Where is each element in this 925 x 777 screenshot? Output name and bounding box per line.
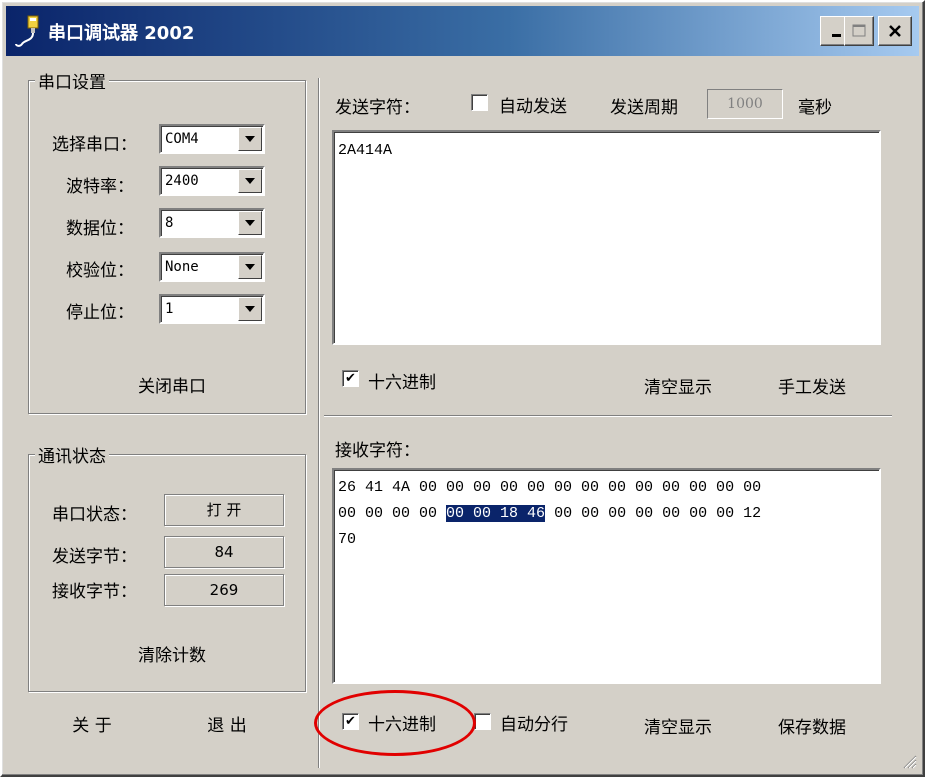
serial-cable-icon [15, 15, 39, 47]
manual-send-button[interactable]: 手工发送 [762, 373, 862, 398]
databits-dropdown-button[interactable] [238, 211, 262, 235]
recv-bytes-value: 269 [164, 574, 284, 606]
close-icon [889, 25, 901, 37]
recv-line-2-after: 00 00 00 00 00 00 00 12 [545, 505, 762, 522]
port-status-label: 串口状态： [52, 505, 137, 525]
recv-line-3: 70 [338, 531, 357, 548]
parity-dropdown-button[interactable] [238, 255, 262, 279]
send-label: 发送字符： [335, 98, 420, 118]
databits-value: 8 [165, 215, 174, 231]
stopbits-value: 1 [165, 301, 174, 317]
parity-select[interactable]: None [159, 252, 265, 282]
auto-wrap-checkbox[interactable] [474, 713, 491, 730]
resize-grip-icon[interactable] [901, 753, 917, 769]
horizontal-divider [324, 415, 892, 417]
stopbits-dropdown-button[interactable] [238, 297, 262, 321]
sent-bytes-value: 84 [164, 536, 284, 568]
parity-label: 校验位： [66, 261, 134, 281]
recv-line-2: 00 00 00 00 00 00 18 46 00 00 00 00 00 0… [338, 505, 761, 522]
baud-value: 2400 [165, 173, 199, 189]
baud-select[interactable]: 2400 [159, 166, 265, 196]
port-status-value: 打 开 [164, 494, 284, 526]
parity-value: None [165, 259, 199, 275]
port-label: 选择串口： [52, 135, 137, 155]
stopbits-select[interactable]: 1 [159, 294, 265, 324]
send-textarea[interactable]: 2A414A [332, 130, 881, 345]
serial-settings-title: 串口设置 [35, 68, 109, 93]
databits-select[interactable]: 8 [159, 208, 265, 238]
minimize-icon [832, 34, 841, 37]
recv-clear-button[interactable]: 清空显示 [628, 713, 728, 738]
period-unit: 毫秒 [798, 98, 832, 118]
selected-text: 00 00 18 46 [446, 505, 546, 522]
sent-bytes-label: 发送字节： [52, 547, 137, 567]
clear-count-button[interactable]: 清除计数 [117, 641, 227, 666]
baud-dropdown-button[interactable] [238, 169, 262, 193]
port-select[interactable]: COM4 [159, 124, 265, 154]
save-data-button[interactable]: 保存数据 [762, 713, 862, 738]
exit-button[interactable]: 退 出 [197, 711, 257, 736]
auto-send-label[interactable]: 自动发送 [499, 92, 567, 117]
recv-bytes-label: 接收字节： [52, 582, 137, 602]
period-input[interactable]: 1000 [707, 89, 783, 119]
receive-label: 接收字符： [335, 441, 420, 461]
maximize-icon [852, 24, 866, 37]
port-dropdown-button[interactable] [238, 127, 262, 151]
stopbits-label: 停止位： [66, 303, 134, 323]
chevron-down-icon [245, 220, 255, 226]
recv-line-2-before: 00 00 00 00 [338, 505, 447, 522]
databits-label: 数据位： [66, 219, 134, 239]
app-window: 串口调试器 2002 串口设置 选择串口： COM4 波特率： 2400 数据位… [0, 0, 925, 777]
port-value: COM4 [165, 131, 199, 147]
chevron-down-icon [245, 306, 255, 312]
send-text: 2A414A [338, 142, 393, 159]
window-title: 串口调试器 2002 [48, 23, 195, 44]
about-button[interactable]: 关 于 [62, 711, 122, 736]
vertical-divider [318, 78, 320, 768]
send-clear-button[interactable]: 清空显示 [628, 373, 728, 398]
baud-label: 波特率： [66, 177, 134, 197]
chevron-down-icon [245, 136, 255, 142]
chevron-down-icon [245, 264, 255, 270]
close-button[interactable] [878, 16, 912, 46]
annotation-ellipse [314, 690, 476, 756]
period-label: 发送周期 [610, 98, 678, 118]
send-hex-label[interactable]: 十六进制 [368, 368, 436, 393]
recv-line-1: 26 41 4A 00 00 00 00 00 00 00 00 00 00 0… [338, 479, 762, 496]
receive-textarea[interactable]: 26 41 4A 00 00 00 00 00 00 00 00 00 00 0… [332, 468, 881, 684]
maximize-button[interactable] [844, 16, 874, 46]
title-bar[interactable]: 串口调试器 2002 [6, 6, 919, 56]
comm-status-title: 通讯状态 [35, 442, 109, 467]
check-icon: ✔ [345, 371, 356, 386]
chevron-down-icon [245, 178, 255, 184]
auto-send-checkbox[interactable] [471, 94, 488, 111]
auto-wrap-label[interactable]: 自动分行 [500, 710, 568, 735]
send-hex-checkbox[interactable]: ✔ [342, 370, 359, 387]
close-port-button[interactable]: 关闭串口 [122, 372, 222, 397]
